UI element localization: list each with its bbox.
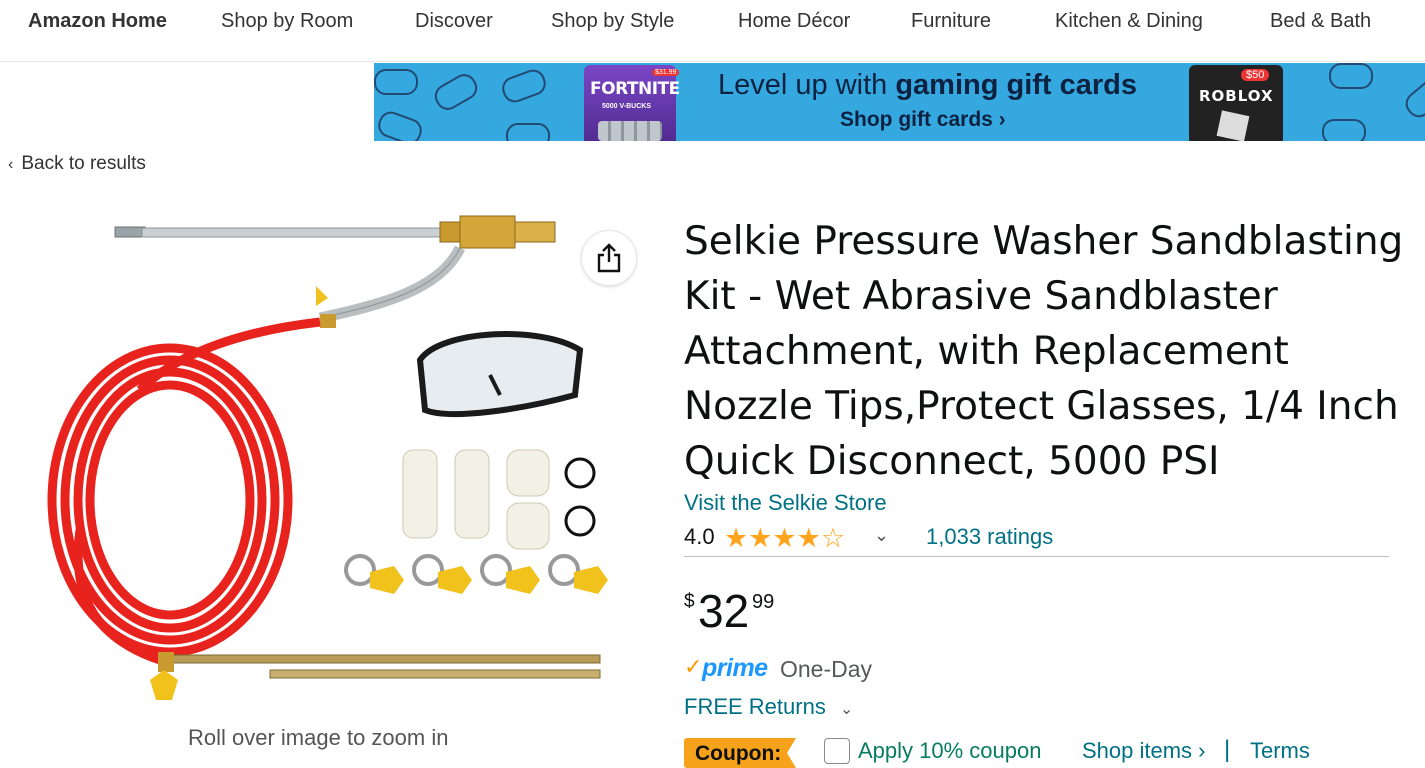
price-symbol: $	[684, 591, 695, 612]
coupon-terms-link[interactable]: Terms	[1250, 738, 1310, 764]
free-returns-label: FREE Returns	[684, 694, 826, 719]
hose-clamps-image	[344, 554, 608, 594]
gamepad-icon	[374, 69, 418, 95]
nav-bed-bath[interactable]: Bed & Bath	[1270, 10, 1371, 33]
vbucks-coins-icon	[598, 121, 662, 141]
product-title: Selkie Pressure Washer Sandblasting Kit …	[684, 219, 1404, 484]
banner-headline: Level up with gaming gift cards	[718, 69, 1138, 101]
fortnite-gift-card-image: $31.99 FORTNITE 5000 V-BUCKS	[584, 65, 680, 141]
sandblaster-wand-image	[114, 215, 556, 328]
top-navigation: Amazon Home Shop by Room Discover Shop b…	[0, 0, 1425, 62]
roblox-tile-icon	[1216, 110, 1250, 141]
gamepad-icon	[1400, 73, 1425, 123]
rating-value: 4.0	[684, 524, 715, 549]
fortnite-card-brand: FORTNITE	[590, 79, 680, 99]
nav-amazon-home[interactable]: Amazon Home	[28, 10, 167, 33]
zoom-hint-text: Roll over image to zoom in	[188, 725, 449, 750]
safety-glasses-image	[416, 330, 584, 417]
section-divider	[684, 556, 1389, 557]
gamepad-icon	[374, 108, 426, 141]
nav-furniture[interactable]: Furniture	[911, 10, 991, 33]
roblox-card-brand: ROBLOX	[1199, 87, 1274, 105]
nav-home-decor[interactable]: Home Décor	[738, 10, 850, 33]
price-whole: 32	[698, 585, 750, 637]
gamepad-icon	[506, 123, 550, 141]
back-to-results-label: Back to results	[21, 153, 146, 174]
product-main-image[interactable]	[20, 200, 640, 720]
shop-gift-cards-link[interactable]: Shop gift cards ›	[840, 108, 1006, 132]
roblox-card-price: $50	[1241, 69, 1270, 81]
nav-discover[interactable]: Discover	[415, 10, 493, 33]
coupon-separator: |	[1224, 736, 1231, 763]
ratings-count-link[interactable]: 1,033 ratings	[926, 524, 1053, 550]
prime-check-icon: ✓	[684, 654, 703, 679]
share-icon	[597, 243, 621, 273]
nav-shop-by-room[interactable]: Shop by Room	[221, 10, 353, 33]
free-returns-link[interactable]: FREE Returns ⌄	[684, 694, 853, 720]
price-fraction: 99	[752, 591, 775, 613]
prime-logo: prime	[702, 654, 768, 682]
pickup-tube-image	[150, 652, 601, 700]
roblox-gift-card-image: $50 ROBLOX	[1189, 65, 1283, 141]
prime-delivery-text: One-Day	[780, 656, 873, 682]
gamepad-icon	[1329, 63, 1373, 89]
rating-row: 4.0 ★★★★☆ ⌄ 1,033 ratings	[684, 523, 1404, 553]
visit-store-link[interactable]: Visit the Selkie Store	[684, 490, 887, 516]
gamepad-icon	[430, 69, 482, 115]
apply-coupon-checkbox[interactable]	[824, 738, 850, 764]
back-to-results-link[interactable]: ‹ Back to results	[8, 153, 146, 175]
coupon-badge: Coupon:	[684, 738, 796, 768]
fortnite-card-sub: 5000 V-BUCKS	[602, 103, 652, 110]
red-hose-coil-image	[47, 317, 321, 665]
nav-kitchen-dining[interactable]: Kitchen & Dining	[1055, 10, 1203, 33]
apply-coupon-label[interactable]: Apply 10% coupon	[858, 738, 1041, 764]
shop-items-link[interactable]: Shop items ›	[1082, 738, 1206, 764]
gift-card-banner[interactable]: $31.99 FORTNITE 5000 V-BUCKS Level up wi…	[374, 63, 1425, 141]
gamepad-icon	[498, 66, 550, 106]
share-button[interactable]	[581, 230, 637, 286]
chevron-left-icon: ‹	[8, 156, 14, 173]
star-rating-icon[interactable]: ★★★★☆	[724, 525, 845, 552]
replacement-nozzles-image	[402, 449, 596, 550]
chevron-down-icon: ⌄	[839, 701, 854, 718]
fortnite-card-price: $31.99	[652, 69, 680, 76]
nav-shop-by-style[interactable]: Shop by Style	[551, 10, 674, 33]
gamepad-icon	[1322, 119, 1366, 141]
chevron-down-icon[interactable]: ⌄	[874, 525, 889, 546]
